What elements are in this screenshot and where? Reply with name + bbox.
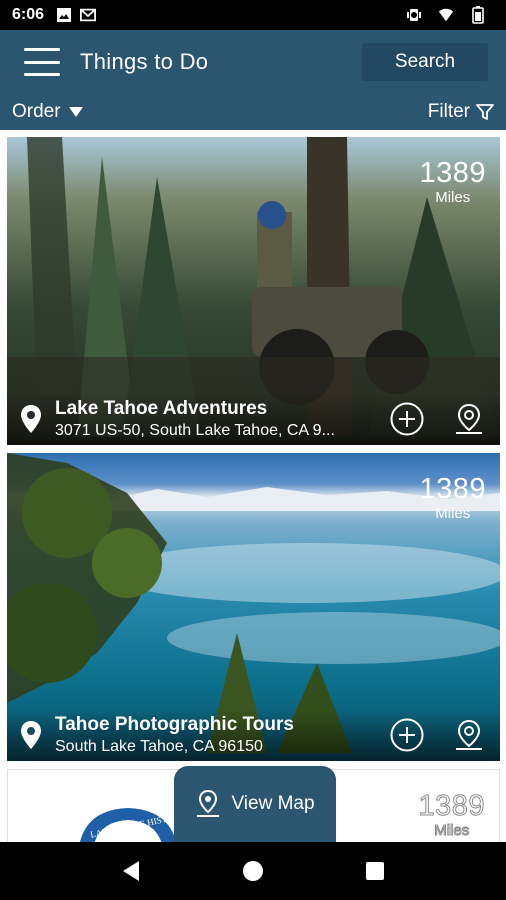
distance-value: 1389	[419, 157, 486, 189]
home-icon[interactable]	[241, 859, 265, 883]
distance-badge: 1389 Miles	[419, 157, 486, 206]
caret-down-icon	[68, 107, 83, 117]
view-map-label: View Map	[231, 793, 315, 814]
page-title: Things to Do	[80, 49, 209, 74]
distance-badge: 1389 Miles	[419, 473, 486, 522]
listing-footer: Lake Tahoe Adventures 3071 US-50, South …	[7, 393, 500, 445]
listing-address: 3071 US-50, South Lake Tahoe, CA 9...	[55, 422, 335, 439]
image-icon	[56, 7, 72, 23]
filter-label: Filter	[427, 101, 470, 122]
status-time: 6:06	[12, 6, 45, 23]
listing-card[interactable]: 1389 Miles Lake Tahoe Adventures 3071 US…	[7, 137, 500, 445]
vibrate-icon	[406, 7, 422, 23]
filter-icon	[476, 104, 494, 120]
directions-pin-icon[interactable]	[452, 402, 486, 436]
listing-address: South Lake Tahoe, CA 96150	[55, 738, 263, 755]
back-icon[interactable]	[119, 859, 143, 883]
order-label: Order	[12, 101, 61, 122]
app-bar: Things to Do Search	[0, 30, 506, 94]
directions-pin-icon[interactable]	[452, 718, 486, 752]
distance-value: 1389	[419, 473, 486, 505]
menu-icon[interactable]	[24, 48, 60, 76]
sort-filter-bar: Order Filter	[0, 94, 506, 130]
distance-badge: 1389 Miles	[418, 790, 485, 839]
listings-list: 1389 Miles Lake Tahoe Adventures 3071 US…	[0, 130, 506, 842]
add-icon[interactable]	[390, 718, 424, 752]
order-dropdown[interactable]: Order	[12, 101, 83, 123]
listing-name: Lake Tahoe Adventures	[55, 398, 268, 419]
add-icon[interactable]	[390, 402, 424, 436]
listing-name: Tahoe Photographic Tours	[55, 714, 294, 735]
distance-unit: Miles	[435, 505, 471, 522]
status-bar: 6:06	[0, 0, 506, 30]
map-pin-icon	[197, 790, 220, 817]
listing-footer: Tahoe Photographic Tours South Lake Taho…	[7, 709, 500, 761]
location-pin-icon	[21, 721, 41, 749]
search-button[interactable]: Search	[362, 43, 488, 81]
battery-icon	[470, 6, 486, 24]
distance-unit: Miles	[435, 189, 471, 206]
wifi-icon	[438, 7, 454, 23]
gmail-icon	[80, 7, 97, 23]
view-map-button[interactable]: View Map	[174, 766, 336, 842]
listing-card[interactable]: 1389 Miles Tahoe Photographic Tours Sout…	[7, 453, 500, 761]
distance-unit: Miles	[434, 822, 470, 839]
recents-icon[interactable]	[363, 859, 387, 883]
system-nav-bar	[0, 842, 506, 900]
location-pin-icon	[21, 405, 41, 433]
distance-value: 1389	[418, 790, 485, 822]
filter-button[interactable]: Filter	[428, 101, 494, 123]
